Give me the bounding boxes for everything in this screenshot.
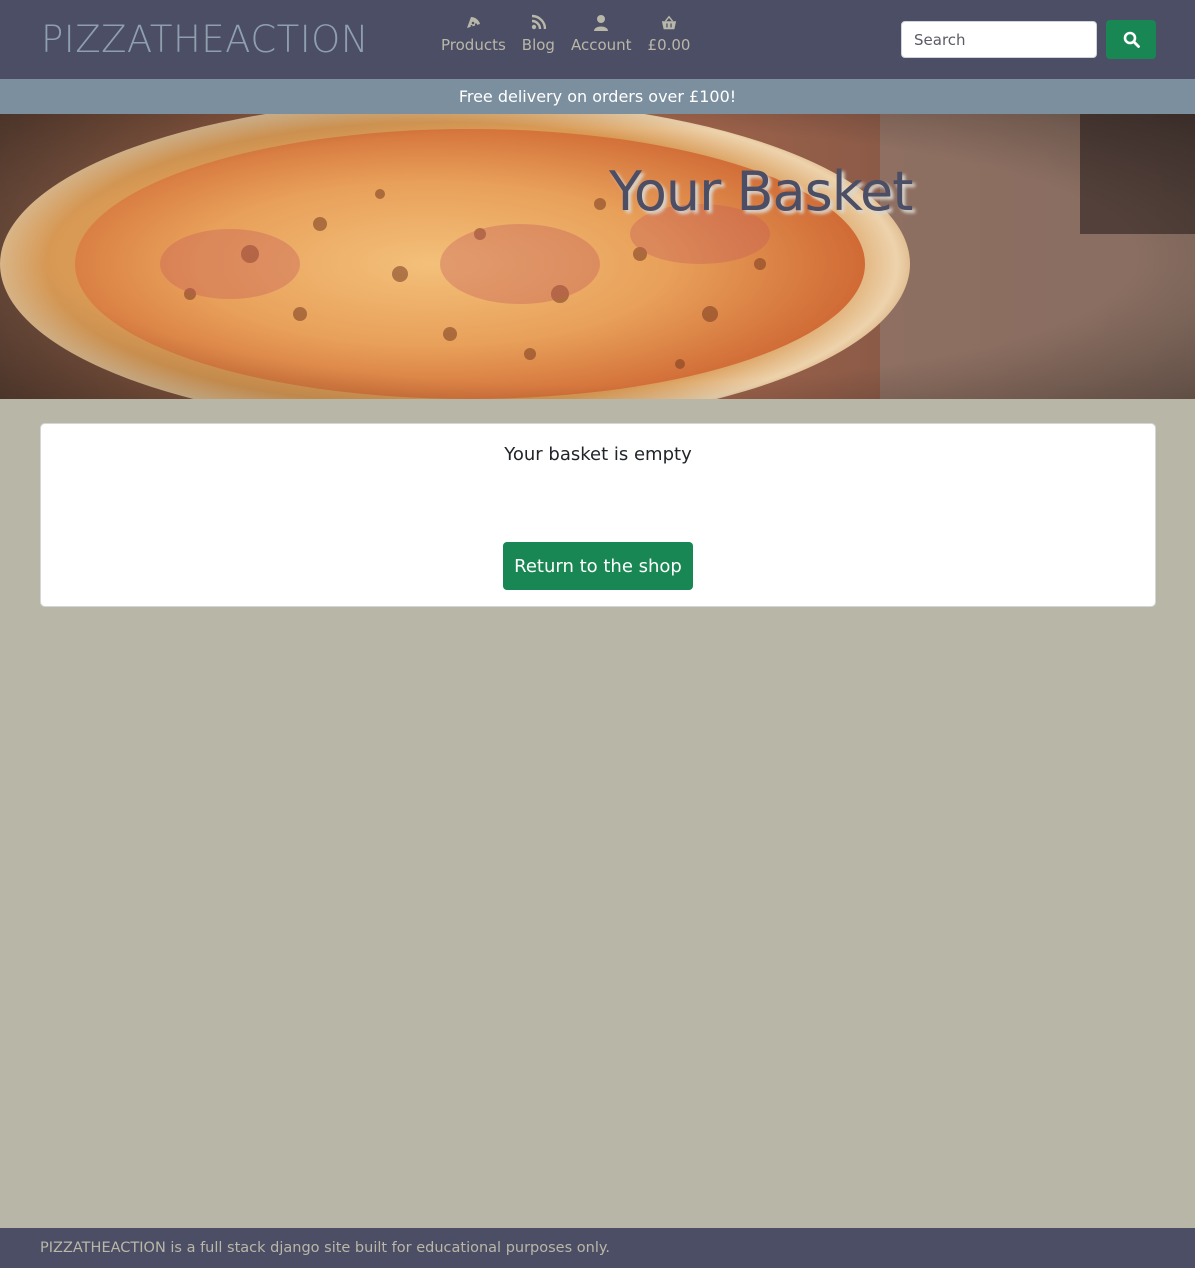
promo-banner: Free delivery on orders over £100! [0, 79, 1195, 114]
nav-products-label: Products [441, 36, 506, 54]
hero-banner: Your Basket [0, 114, 1195, 399]
navbar: PIZZATHEACTION Products Blog Account £0.… [0, 0, 1195, 79]
footer-text: PIZZATHEACTION is a full stack django si… [40, 1240, 610, 1256]
search-icon [1123, 31, 1140, 48]
nav-basket[interactable]: £0.00 [640, 14, 699, 66]
pizza-slice-icon [467, 17, 481, 28]
nav-blog[interactable]: Blog [514, 14, 563, 66]
user-icon [594, 15, 609, 31]
search-input[interactable] [901, 21, 1097, 58]
pizza-hero-image [0, 114, 1195, 399]
nav-basket-total: £0.00 [647, 36, 691, 54]
nav-account-label: Account [570, 36, 632, 54]
empty-basket-message: Your basket is empty [504, 444, 692, 465]
nav-blog-label: Blog [521, 36, 555, 54]
brand-logo-link[interactable]: PIZZATHEACTION [41, 18, 369, 61]
rss-icon [532, 14, 547, 30]
nav-products[interactable]: Products [433, 14, 514, 66]
page-title: Your Basket [609, 160, 913, 223]
nav-account[interactable]: Account [563, 14, 640, 66]
basket-icon [661, 15, 677, 30]
footer: PIZZATHEACTION is a full stack django si… [0, 1228, 1195, 1268]
return-to-shop-button[interactable]: Return to the shop [503, 542, 693, 590]
basket-card: Your basket is empty Return to the shop [40, 423, 1156, 607]
main-nav: Products Blog Account £0.00 [433, 14, 698, 66]
search-button[interactable] [1106, 20, 1156, 59]
